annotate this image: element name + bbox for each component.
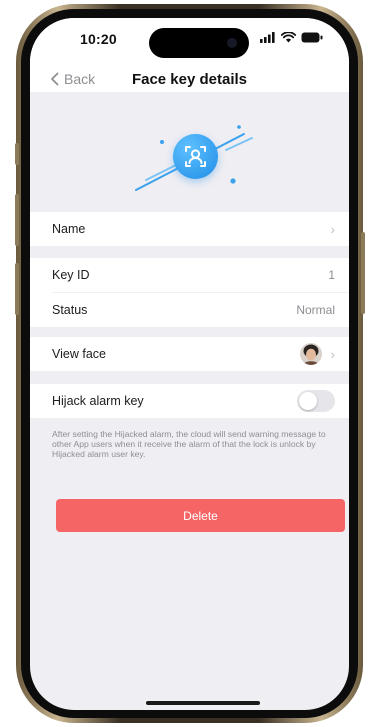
view-face-label: View face [52, 347, 106, 361]
name-group: Name › [30, 212, 349, 246]
camera-icon [227, 38, 237, 48]
power-button [361, 232, 365, 314]
wifi-icon [281, 32, 296, 43]
status-value: Normal [296, 303, 335, 317]
chevron-right-icon: › [330, 221, 335, 237]
key-info-group: Key ID 1 Status Normal [30, 258, 349, 327]
toggle-knob [299, 392, 317, 410]
view-face-row[interactable]: View face › [30, 337, 349, 371]
cellular-signal-icon [260, 32, 275, 43]
chevron-right-icon: › [330, 346, 335, 362]
page-title: Face key details [131, 71, 248, 88]
hijack-group: Hijack alarm key [30, 384, 349, 418]
name-row[interactable]: Name › [30, 212, 349, 246]
volume-up-button [15, 194, 19, 246]
delete-button[interactable]: Delete [56, 499, 345, 532]
key-id-row: Key ID 1 [30, 258, 349, 292]
hijack-alarm-toggle[interactable] [297, 390, 335, 412]
volume-down-button [15, 263, 19, 315]
hijack-alarm-note: After setting the Hijacked alarm, the cl… [52, 429, 326, 459]
hijack-alarm-label: Hijack alarm key [52, 394, 144, 408]
status-row: Status Normal [30, 293, 349, 327]
dynamic-island [149, 28, 249, 58]
action-button [15, 143, 19, 165]
status-icons [260, 32, 323, 43]
status-time: 10:20 [80, 31, 117, 47]
face-avatar [300, 343, 323, 365]
key-id-label: Key ID [52, 268, 90, 282]
battery-icon [301, 32, 323, 43]
view-face-group: View face › [30, 337, 349, 371]
hijack-alarm-row: Hijack alarm key [30, 384, 349, 418]
face-recognition-icon [173, 134, 218, 179]
status-label: Status [52, 303, 88, 317]
key-id-value: 1 [328, 268, 335, 282]
header: 10:20 Back Face key details [30, 18, 349, 92]
name-label: Name [52, 222, 86, 236]
face-key-hero [30, 92, 349, 212]
home-indicator [146, 701, 260, 705]
phone-screen: 10:20 Back Face key details Name › Key I… [30, 18, 349, 710]
